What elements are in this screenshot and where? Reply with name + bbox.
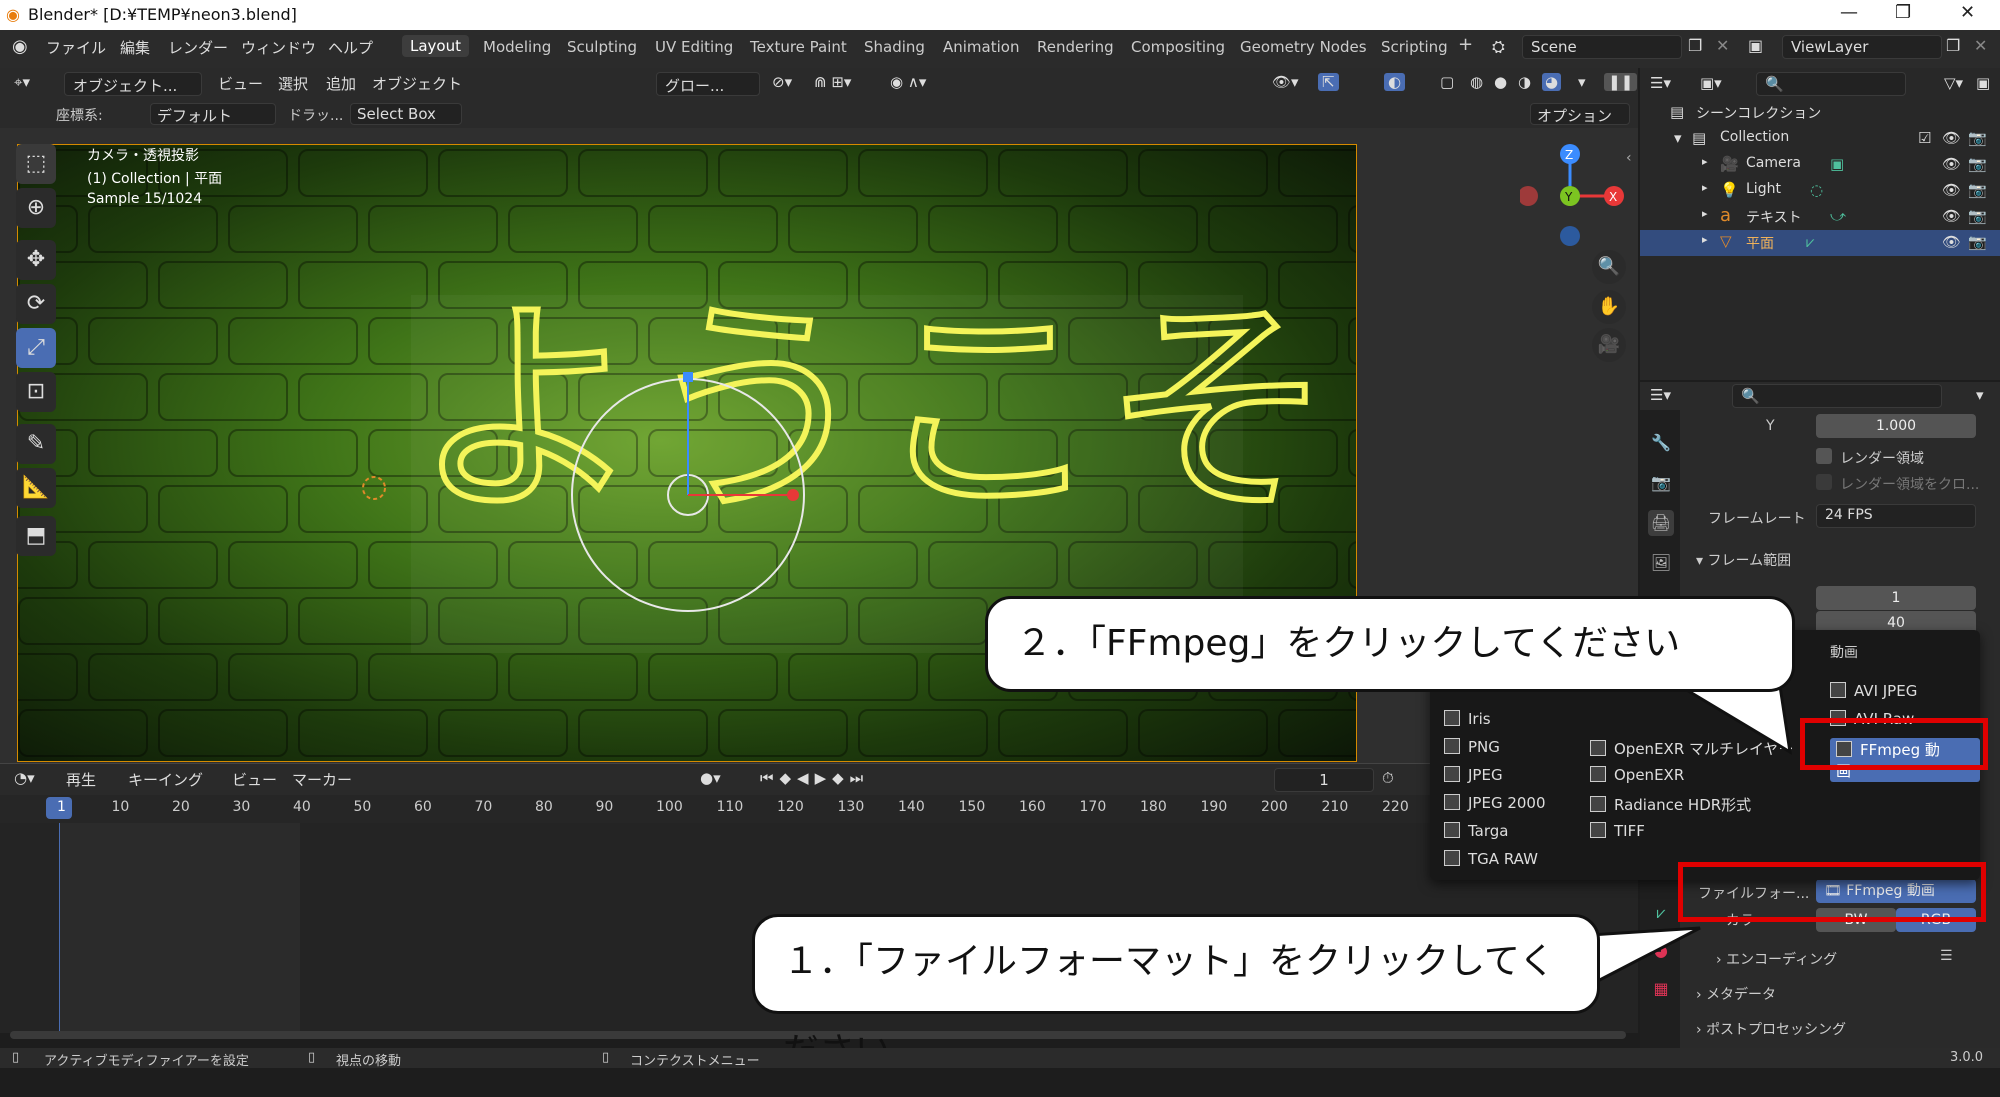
mouse-left-icon: ▯ bbox=[12, 1050, 20, 1065]
mouse-right-icon: ▯ bbox=[602, 1050, 610, 1065]
status-right-action: コンテクストメニュー bbox=[630, 1054, 760, 1069]
callout-step2-text: ２．「FFmpeg」をクリックしてください bbox=[1016, 623, 1681, 664]
version-label: 3.0.0 bbox=[1950, 1050, 1984, 1065]
mouse-middle-icon: ▯ bbox=[308, 1050, 316, 1065]
callout-step1: １．「ファイルフォーマット」をクリックしてください bbox=[752, 914, 1600, 1072]
callout-tails bbox=[1588, 684, 1792, 988]
callout-1-tail bbox=[1588, 926, 1701, 988]
callout-2-tail bbox=[1674, 684, 1792, 755]
status-bar: ▯ アクティブモディファイアーを設定 ▯ 視点の移動 ▯ コンテクストメニュー … bbox=[0, 1048, 2000, 1069]
callout-step2: ２．「FFmpeg」をクリックしてください bbox=[985, 596, 1795, 692]
status-left-action: アクティブモディファイアーを設定 bbox=[44, 1054, 249, 1069]
status-middle-action: 視点の移動 bbox=[336, 1054, 402, 1069]
